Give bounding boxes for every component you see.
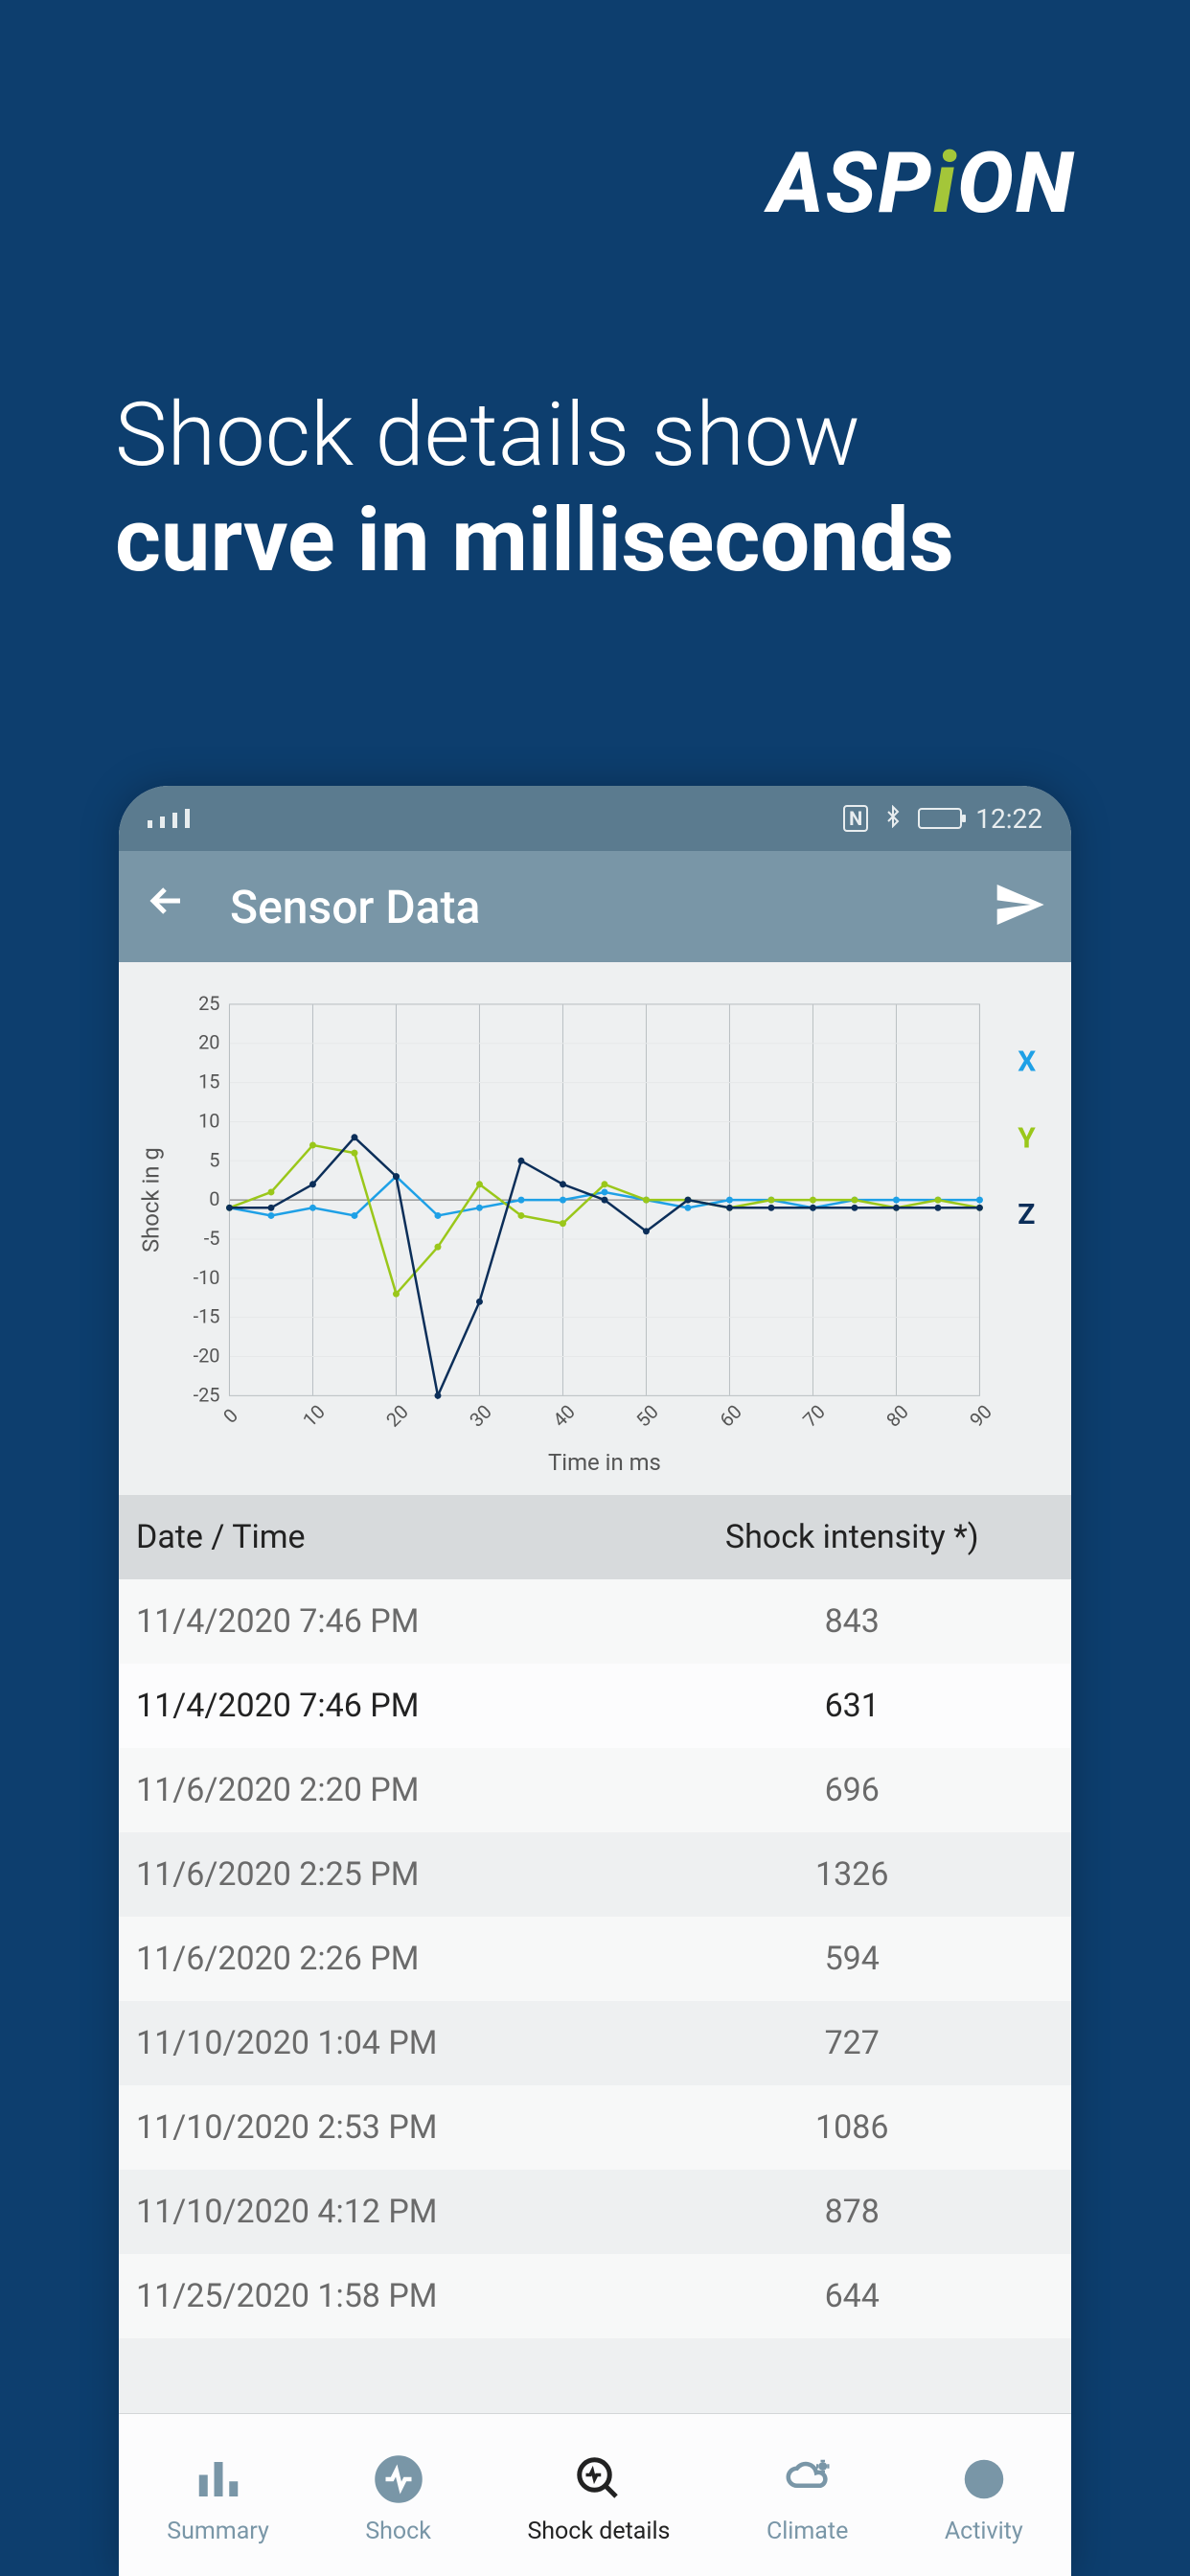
table-row[interactable]: 11/4/2020 7:46 PM631	[119, 1664, 1071, 1748]
cell-intensity: 843	[650, 1602, 1054, 1641]
table-row[interactable]: 11/6/2020 2:26 PM594	[119, 1917, 1071, 2001]
activity-dot-icon	[955, 2450, 1013, 2508]
nav-label: Summary	[167, 2518, 269, 2545]
svg-text:X: X	[1018, 1046, 1036, 1079]
cell-intensity: 644	[650, 2277, 1054, 2315]
svg-text:-20: -20	[194, 1345, 220, 1367]
bar-chart-icon	[190, 2450, 247, 2508]
table-row[interactable]: 11/10/2020 4:12 PM878	[119, 2170, 1071, 2254]
svg-text:-5: -5	[204, 1228, 220, 1250]
svg-text:50: 50	[632, 1401, 663, 1432]
cell-datetime: 11/6/2020 2:25 PM	[136, 1855, 650, 1894]
table-row[interactable]: 11/10/2020 2:53 PM1086	[119, 2085, 1071, 2170]
col-header-intensity: Shock intensity *)	[650, 1518, 1054, 1556]
svg-text:70: 70	[799, 1401, 830, 1432]
marketing-headline: Shock details show curve in milliseconds	[115, 383, 1075, 595]
cell-datetime: 11/6/2020 2:20 PM	[136, 1771, 650, 1809]
cell-datetime: 11/4/2020 7:46 PM	[136, 1602, 650, 1641]
bottom-nav: Summary Shock Shock details Climate Acti…	[119, 2413, 1071, 2576]
nfc-icon: N	[843, 805, 868, 832]
cell-datetime: 11/10/2020 4:12 PM	[136, 2193, 650, 2231]
table-row[interactable]: 11/6/2020 2:20 PM696	[119, 1748, 1071, 1832]
nav-climate[interactable]: Climate	[767, 2450, 848, 2545]
table-header: Date / Time Shock intensity *)	[119, 1495, 1071, 1579]
cell-intensity: 631	[650, 1687, 1054, 1725]
battery-icon	[918, 808, 962, 829]
svg-text:20: 20	[382, 1401, 413, 1432]
nav-label: Shock details	[527, 2518, 670, 2545]
cell-intensity: 1086	[650, 2108, 1054, 2147]
svg-text:0: 0	[219, 1405, 242, 1428]
nav-label: Shock	[365, 2518, 431, 2545]
headline-line2: curve in milliseconds	[115, 490, 954, 592]
table-row[interactable]: 11/25/2020 1:58 PM644	[119, 2254, 1071, 2338]
nav-label: Climate	[767, 2518, 848, 2545]
table-row[interactable]: 11/6/2020 2:25 PM1326	[119, 1832, 1071, 1917]
svg-text:10: 10	[299, 1401, 330, 1432]
cell-datetime: 11/25/2020 1:58 PM	[136, 2277, 650, 2315]
brand-logo: ASPiON	[768, 134, 1075, 233]
nav-label: Activity	[945, 2518, 1023, 2545]
svg-text:15: 15	[198, 1071, 219, 1093]
svg-text:Y: Y	[1018, 1121, 1036, 1155]
svg-text:20: 20	[198, 1032, 219, 1054]
shock-chart: 0 10 20 30 40 50 60 70 80 90 -25 -20 -15 -10 -5 0 5 10 15 2…	[119, 962, 1071, 1495]
nav-shock-details[interactable]: Shock details	[527, 2450, 670, 2545]
svg-text:-25: -25	[194, 1384, 220, 1406]
svg-text:Time in ms: Time in ms	[548, 1449, 661, 1476]
svg-text:40: 40	[549, 1401, 580, 1432]
svg-text:30: 30	[466, 1401, 496, 1432]
svg-text:-15: -15	[194, 1306, 220, 1328]
nav-activity[interactable]: Activity	[945, 2450, 1023, 2545]
cell-intensity: 1326	[650, 1855, 1054, 1894]
table-row[interactable]: 11/10/2020 1:04 PM727	[119, 2001, 1071, 2085]
page-title: Sensor Data	[230, 880, 993, 934]
svg-text:Shock in g: Shock in g	[138, 1147, 165, 1253]
nav-shock[interactable]: Shock	[365, 2450, 431, 2545]
phone-frame: N 12:22 Sensor Data 0102030405060708090-…	[119, 786, 1071, 2576]
svg-text:80: 80	[882, 1401, 913, 1432]
headline-line1: Shock details show	[115, 384, 860, 487]
table-row[interactable]: 11/4/2020 7:46 PM843	[119, 1579, 1071, 1664]
svg-text:90: 90	[966, 1401, 996, 1432]
svg-text:Z: Z	[1018, 1198, 1035, 1231]
svg-text:60: 60	[716, 1401, 746, 1432]
nav-summary[interactable]: Summary	[167, 2450, 269, 2545]
cell-datetime: 11/10/2020 1:04 PM	[136, 2024, 650, 2062]
climate-icon	[779, 2450, 836, 2508]
svg-text:25: 25	[198, 993, 219, 1015]
send-icon[interactable]	[993, 878, 1046, 935]
cell-datetime: 11/10/2020 2:53 PM	[136, 2108, 650, 2147]
cell-intensity: 696	[650, 1771, 1054, 1809]
svg-text:-10: -10	[194, 1267, 220, 1289]
status-time: 12:22	[975, 803, 1042, 835]
shock-wave-icon	[370, 2450, 427, 2508]
bluetooth-icon	[881, 803, 904, 835]
cell-intensity: 594	[650, 1940, 1054, 1978]
shock-detail-icon	[570, 2450, 628, 2508]
signal-icon	[148, 809, 192, 828]
svg-text:5: 5	[209, 1149, 219, 1171]
cell-intensity: 878	[650, 2193, 1054, 2231]
cell-intensity: 727	[650, 2024, 1054, 2062]
status-bar: N 12:22	[119, 786, 1071, 851]
cell-datetime: 11/4/2020 7:46 PM	[136, 1687, 650, 1725]
svg-text:10: 10	[198, 1110, 219, 1132]
svg-text:0: 0	[209, 1188, 219, 1210]
app-header: Sensor Data	[119, 851, 1071, 962]
back-arrow-icon[interactable]	[144, 878, 190, 935]
table-body: 11/4/2020 7:46 PM84311/4/2020 7:46 PM631…	[119, 1579, 1071, 2338]
cell-datetime: 11/6/2020 2:26 PM	[136, 1940, 650, 1978]
col-header-datetime: Date / Time	[136, 1518, 650, 1556]
